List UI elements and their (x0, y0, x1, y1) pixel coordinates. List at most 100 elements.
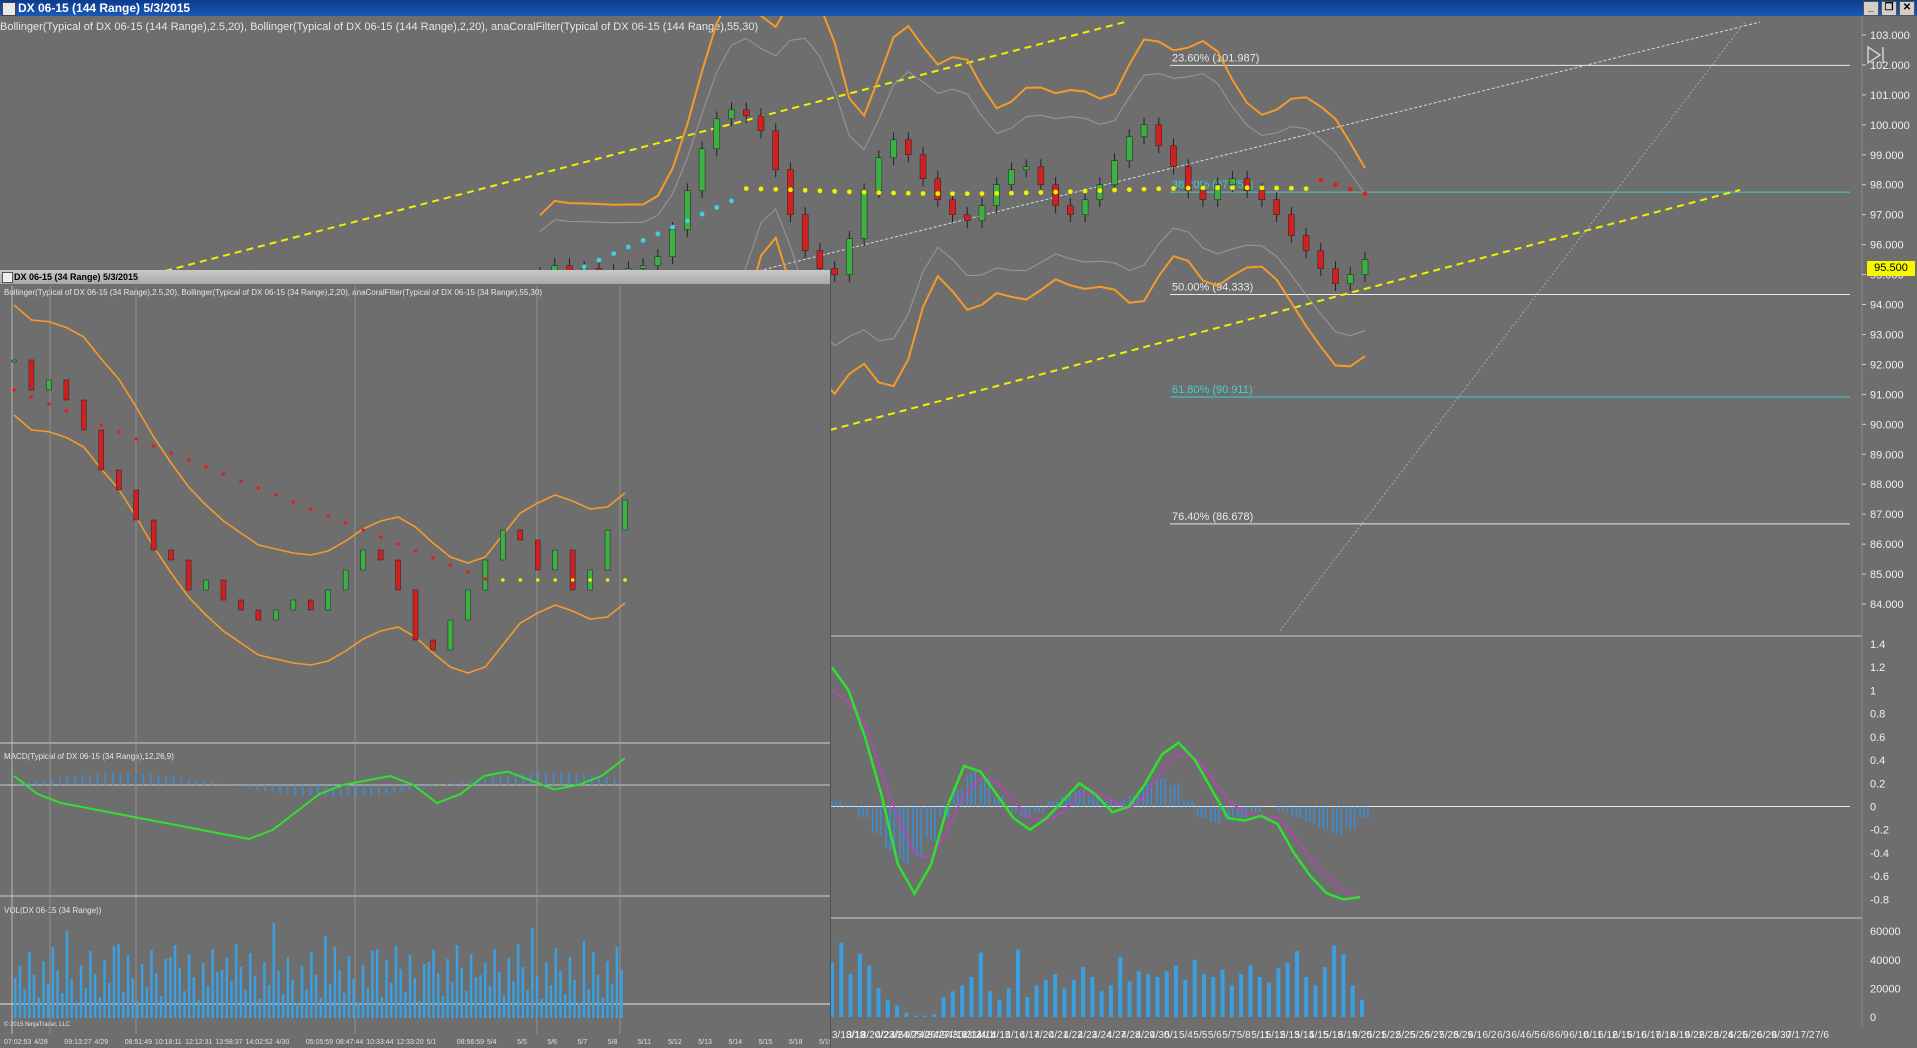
volume-bar (1062, 988, 1067, 1017)
volume-bar (932, 1014, 937, 1017)
price-axis-label: 88.000 (1870, 479, 1904, 491)
candle-body (1111, 160, 1118, 185)
inner-time-label: 14:02:52 (245, 1039, 272, 1046)
inner-time-label: 5/8 (608, 1039, 618, 1046)
inner-volume-bar (122, 992, 125, 1018)
inner-volume-bar (352, 979, 355, 1018)
volume-bar (1015, 949, 1020, 1017)
coral-filter-point (1200, 185, 1206, 191)
inner-volume-bar (418, 1001, 421, 1018)
inner-chart-canvas[interactable]: 07:02:53 4/28 09:13:27 4/29 08:51:49 10:18:11… (0, 270, 830, 1048)
inner-coral-point (361, 528, 365, 532)
inner-volume-bar (164, 959, 167, 1018)
inner-volume-bar (150, 950, 153, 1018)
inner-volume-bar (249, 953, 252, 1018)
coral-filter-point (964, 191, 970, 197)
price-axis-label: 103.000 (1870, 30, 1910, 42)
inner-time-label: 10:33:44 (366, 1039, 393, 1046)
coral-filter-point (714, 205, 720, 210)
inner-time-label: 08:51:49 (125, 1039, 152, 1046)
inner-volume-bar (390, 983, 393, 1018)
volume-bar (1257, 976, 1262, 1017)
inner-coral-point (535, 578, 540, 582)
inner-coral-point (413, 549, 418, 553)
volume-bar (1229, 985, 1234, 1017)
volume-bar (895, 1005, 900, 1017)
inner-candle (203, 579, 209, 591)
macd-axis-label: 0.2 (1870, 778, 1885, 790)
macd-axis-label: 0.6 (1870, 732, 1885, 744)
inner-volume-bar (65, 931, 69, 1018)
inner-volume-bar (14, 978, 17, 1018)
candle-body (905, 139, 912, 156)
inner-time-label: 4/28 (34, 1039, 48, 1046)
candle-body (698, 148, 706, 191)
inner-coral-point (82, 416, 86, 420)
inner-volume-bar (244, 990, 247, 1018)
volume-bar (1090, 976, 1095, 1017)
fib-level-label: 23.60% (101.987) (1172, 52, 1259, 64)
minimize-button[interactable]: _ (1863, 1, 1879, 16)
inner-coral-point (378, 535, 383, 539)
inner-candle (500, 529, 506, 561)
inner-volume-bar (371, 951, 374, 1018)
price-axis-label: 101.000 (1870, 90, 1910, 102)
volume-bar (1183, 979, 1188, 1017)
coral-filter-point (1303, 186, 1309, 192)
inner-volume-bar (28, 952, 31, 1018)
coral-filter-point (611, 251, 617, 257)
candle-body (713, 118, 721, 150)
date-axis-label: 7/6 (1815, 1030, 1829, 1041)
coral-filter-point (684, 218, 690, 224)
macd-axis-label: 1.2 (1870, 662, 1885, 674)
candle-body (684, 190, 691, 230)
inner-coral-point (431, 556, 435, 560)
inner-volume-bar (385, 960, 388, 1018)
inner-coral-point (12, 388, 16, 392)
restore-button[interactable]: ❐ (1881, 1, 1897, 16)
volume-bar (1341, 954, 1346, 1017)
volume-bar (988, 991, 993, 1017)
inner-volume-bar (469, 954, 473, 1018)
volume-bar (867, 965, 872, 1017)
inner-candle (28, 359, 35, 391)
coral-filter-point (758, 186, 764, 192)
candle-body (978, 205, 986, 221)
price-axis-label: 96.000 (1870, 240, 1904, 252)
volume-bar (1034, 985, 1039, 1017)
scroll-to-end-icon[interactable] (1865, 44, 1887, 66)
inner-volume-bar (512, 981, 515, 1018)
inner-volume-bar (155, 973, 158, 1018)
inner-volume-bar (507, 958, 510, 1018)
inner-volume-bar (178, 968, 181, 1018)
candle-body (1170, 145, 1177, 168)
volume-bar (1053, 974, 1058, 1017)
inner-volume-bar (502, 995, 506, 1018)
coral-filter-point (1112, 187, 1117, 193)
price-axis-label: 90.000 (1870, 419, 1904, 431)
inner-coral-point (151, 444, 156, 448)
inner-volume-bar (559, 971, 562, 1018)
inner-volume-bar (70, 979, 73, 1018)
inner-time-label: 05:05:59 (306, 1039, 333, 1046)
coral-filter-point (1097, 188, 1103, 193)
inner-candle (342, 569, 349, 591)
inner-coral-point (221, 472, 226, 476)
inner-time-label: 07:02:53 (4, 1039, 31, 1046)
inner-time-label: 5/19 (819, 1039, 830, 1046)
coral-filter-point (640, 238, 646, 243)
inner-volume-bar (37, 998, 40, 1018)
window-title: DX 06-15 (144 Range) 5/3/2015 (18, 1, 191, 15)
inner-volume-bar (211, 949, 214, 1018)
inner-time-label: 13:58:37 (215, 1039, 242, 1046)
inner-volume-bar (108, 983, 111, 1018)
inner-macd-line (13, 757, 626, 841)
close-button[interactable]: ✕ (1899, 1, 1915, 16)
volume-bar (922, 1015, 927, 1017)
candle-body (1302, 235, 1310, 251)
price-axis-label: 98.000 (1870, 180, 1904, 192)
inner-volume-bar (432, 950, 435, 1018)
inner-chart-window[interactable]: DX 06-15 (34 Range) 5/3/2015 Bollinger(T… (0, 270, 831, 1048)
inner-time-label: 4/30 (276, 1039, 290, 1046)
volume-bar (1294, 951, 1299, 1017)
